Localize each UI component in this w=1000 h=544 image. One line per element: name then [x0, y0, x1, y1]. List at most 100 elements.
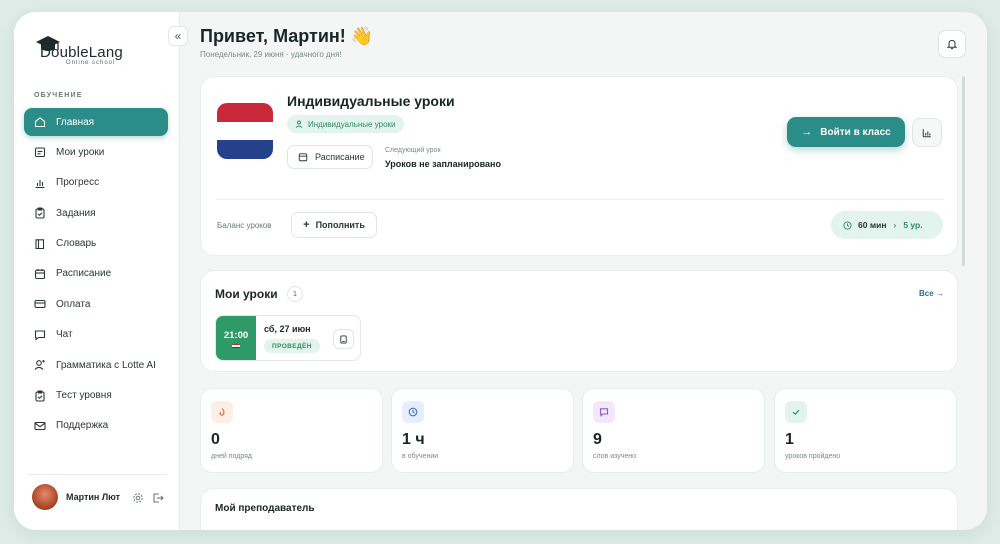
sidebar-item-label: Прогресс: [56, 177, 100, 189]
bell-icon: [946, 39, 958, 50]
bar-chart-icon: [922, 128, 931, 137]
sidebar-item-label: Мои уроки: [56, 146, 105, 158]
sidebar-item-progress[interactable]: Прогресс: [24, 169, 168, 197]
flag-stripe-white: [217, 121, 273, 141]
clock-icon: [408, 407, 418, 417]
balance-pill: 60 мин › 5 ур.: [831, 211, 943, 239]
my-teacher-title: Мой преподаватель: [215, 503, 315, 514]
stat-icon-bg: [593, 401, 615, 423]
course-type-tag: Индивидуальные уроки: [287, 115, 404, 133]
sidebar-item-level-test[interactable]: Тест уровня: [24, 382, 168, 410]
flag-stripe-blue: [232, 346, 240, 348]
schedule-button[interactable]: Расписание: [287, 145, 373, 169]
stat-card-time: 1 ч в обучении: [391, 388, 574, 473]
course-stats-button[interactable]: [912, 118, 942, 147]
balance-lessons: 5 ур.: [903, 220, 923, 230]
balance-label: Баланс уроков: [217, 221, 272, 230]
stat-icon-bg: [785, 401, 807, 423]
sidebar-item-home[interactable]: Главная: [24, 108, 168, 136]
lesson-time: 21:00: [223, 330, 249, 341]
card-icon: [34, 298, 46, 310]
test-icon: [34, 389, 46, 402]
sidebar-item-schedule[interactable]: Расписание: [24, 260, 168, 288]
notifications-button[interactable]: [938, 30, 966, 58]
sidebar-item-label: Расписание: [56, 268, 112, 280]
calendar-icon: [298, 153, 308, 162]
flag-stripe-blue: [217, 140, 273, 159]
stat-label: уроков пройдено: [785, 453, 841, 460]
flag-stripe-red: [217, 103, 273, 122]
lesson-item[interactable]: 21:00 сб, 27 июн ПРОВЕДЁН: [215, 315, 361, 361]
sidebar-item-grammar-ai[interactable]: Грамматика с Lotte AI: [24, 351, 168, 379]
sidebar-divider: [28, 474, 166, 475]
netherlands-flag-mini: [232, 344, 240, 348]
lesson-date: сб, 27 июн: [264, 324, 311, 334]
course-title: Индивидуальные уроки: [287, 93, 455, 109]
page-subtitle: Понедельник, 29 июня · удачного дня!: [200, 50, 342, 59]
calendar-icon: [34, 268, 46, 280]
avatar[interactable]: [32, 484, 58, 510]
stat-value: 0: [211, 431, 220, 448]
sidebar-item-support[interactable]: Поддержка: [24, 412, 168, 440]
book-icon: [34, 238, 46, 250]
user-ai-icon: [34, 359, 46, 371]
next-lesson-label: Следующий урок: [385, 147, 441, 154]
logo[interactable]: DoubleLang Online school: [32, 34, 142, 74]
top-up-label: Пополнить: [315, 220, 365, 230]
sidebar-item-label: Оплата: [56, 298, 91, 310]
enter-class-button[interactable]: → Войти в класс: [787, 117, 905, 147]
clock-icon: [843, 220, 852, 230]
my-lessons-title: Мои уроки: [215, 287, 278, 301]
stat-icon-bg: [402, 401, 424, 423]
stat-value: 1 ч: [402, 431, 425, 448]
app-window: DoubleLang Online school ОБУЧЕНИЕ Главна…: [14, 12, 987, 530]
logo-name: DoubleLang: [40, 44, 123, 61]
balance-minutes: 60 мин: [858, 220, 887, 230]
stat-card-words: 9 слов изучено: [582, 388, 765, 473]
sidebar-item-payment[interactable]: Оплата: [24, 290, 168, 318]
my-lessons-card: Мои уроки 1 Все → 21:00 сб, 27 июн ПРОВЕ…: [200, 270, 958, 372]
enter-class-label: Войти в класс: [820, 126, 891, 138]
stat-label: слов изучено: [593, 453, 637, 460]
logo-tagline: Online school: [66, 60, 116, 66]
stat-label: в обучении: [402, 453, 439, 460]
top-up-button[interactable]: + Пополнить: [291, 212, 377, 238]
calendar-list-icon: [34, 146, 46, 158]
stat-value: 1: [785, 431, 794, 448]
stat-icon-bg: [211, 401, 233, 423]
clipboard-icon: [34, 207, 46, 219]
sidebar-item-dictionary[interactable]: Словарь: [24, 230, 168, 258]
sidebar-item-label: Словарь: [56, 238, 97, 250]
course-card: Индивидуальные уроки Индивидуальные урок…: [200, 76, 958, 256]
chat-icon: [34, 329, 46, 341]
lesson-materials-button[interactable]: [333, 329, 354, 349]
lessons-count-badge: 1: [287, 286, 303, 302]
sidebar-item-label: Грамматика с Lotte AI: [56, 359, 156, 371]
collapse-sidebar-button[interactable]: «: [168, 26, 188, 46]
stat-card-streak: 0 дней подряд: [200, 388, 383, 473]
sidebar-item-tasks[interactable]: Задания: [24, 199, 168, 227]
course-type-label: Индивидуальные уроки: [308, 119, 396, 129]
person-icon: [295, 120, 303, 128]
netherlands-flag: [217, 103, 273, 159]
sidebar-item-label: Задания: [56, 207, 96, 219]
sidebar-item-chat[interactable]: Чат: [24, 321, 168, 349]
plus-icon: +: [303, 219, 310, 231]
check-icon: [792, 409, 800, 416]
stat-label: дней подряд: [211, 453, 253, 460]
main-scrollbar[interactable]: [962, 76, 965, 266]
mail-icon: [34, 420, 46, 432]
sidebar: DoubleLang Online school ОБУЧЕНИЕ Главна…: [14, 12, 180, 530]
flame-icon: [219, 408, 225, 416]
sidebar-item-label: Тест уровня: [56, 390, 112, 402]
settings-gear-icon[interactable]: [132, 491, 144, 503]
nav-section-label: ОБУЧЕНИЕ: [34, 92, 83, 99]
view-all-link[interactable]: Все →: [919, 289, 944, 298]
logout-icon[interactable]: [152, 491, 164, 503]
stat-card-lessons-done: 1 уроков пройдено: [774, 388, 957, 473]
lesson-time-block: 21:00: [216, 316, 256, 360]
chat-bubble-icon: [599, 408, 609, 417]
sidebar-item-my-lessons[interactable]: Мои уроки: [24, 138, 168, 166]
status-badge: ПРОВЕДЁН: [264, 339, 320, 353]
next-lesson-value: Уроков не запланировано: [385, 159, 501, 169]
